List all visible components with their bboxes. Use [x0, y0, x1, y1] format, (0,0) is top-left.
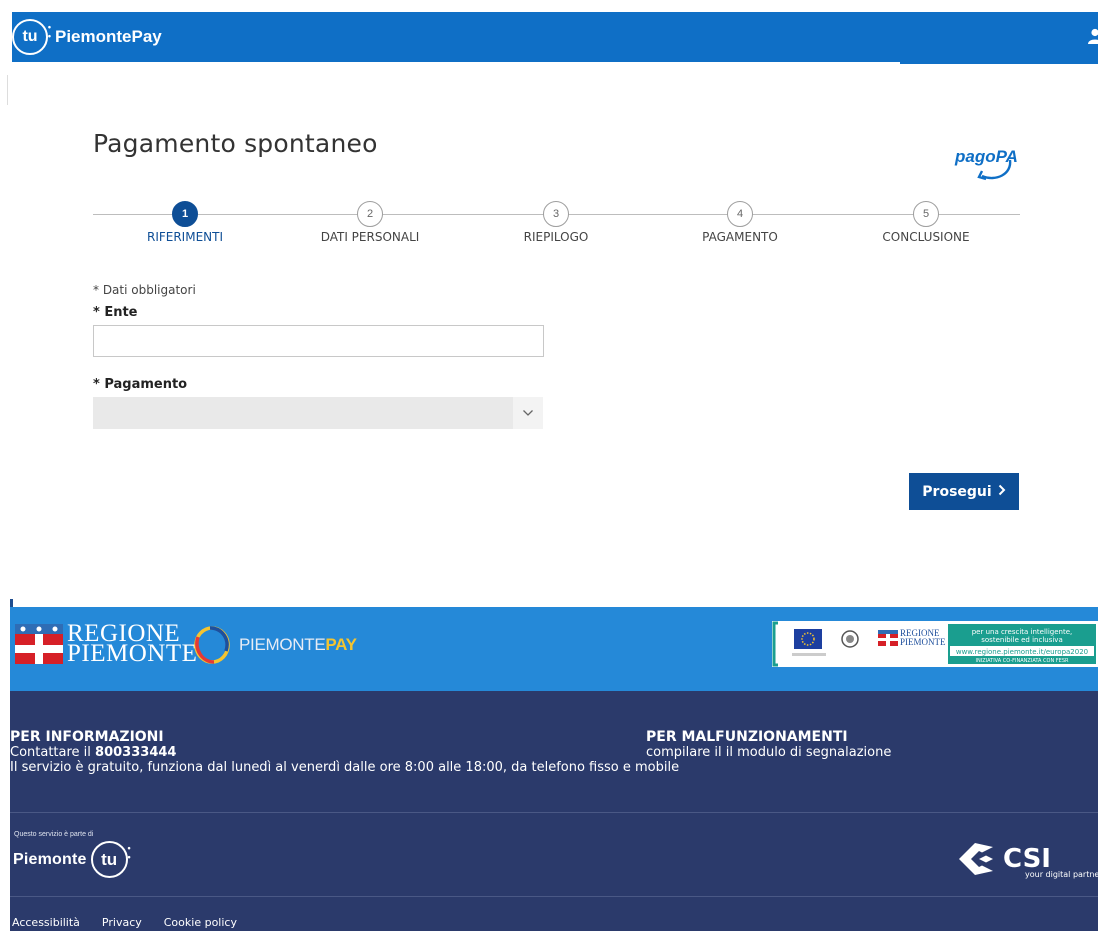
csi-logo[interactable]: CSI your digital partner — [953, 837, 1098, 879]
step-riferimenti: 1 RIFERIMENTI — [105, 201, 265, 244]
eu-slogan-line-1: per una crescita intelligente, — [972, 628, 1073, 636]
step-conclusione: 5 CONCLUSIONE — [846, 201, 1006, 244]
link-privacy[interactable]: Privacy — [102, 916, 142, 929]
page: tu • • PiemontePay Pagamento spontaneo pa… — [0, 0, 1098, 931]
info-contact-prefix: Contattare il — [10, 745, 96, 760]
footer-divider — [10, 812, 1098, 813]
ente-label: * Ente — [93, 305, 138, 320]
dots-icon: • • — [127, 843, 131, 862]
eu-fesr-banner[interactable]: REGIONE PIEMONTE per una crescita intell… — [772, 621, 1098, 667]
info-block: PER INFORMAZIONI Contattare il 800333444… — [10, 729, 679, 775]
pagamento-select[interactable] — [93, 397, 543, 429]
pagopa-logo: pagoPA — [954, 147, 1018, 181]
page-title: Pagamento spontaneo — [93, 129, 378, 158]
service-note: Questo servizio è parte di — [14, 831, 94, 838]
eu-slogan-line-2: sostenibile ed inclusiva — [981, 636, 1062, 644]
ente-input[interactable] — [93, 325, 544, 357]
csi-tagline: your digital partner — [1025, 870, 1098, 879]
brand-name: PiemontePay — [55, 27, 162, 46]
piemontepay-text-part1: PIEMONTE — [239, 635, 326, 654]
info-title: PER INFORMAZIONI — [10, 729, 164, 745]
step-label: CONCLUSIONE — [882, 230, 970, 244]
info-phone[interactable]: 800333444 — [95, 745, 176, 760]
regione-line-2: PIEMONTE — [67, 640, 198, 667]
tu-logo-icon: tu • • — [90, 841, 131, 878]
piemontepay-text-part2: PAY — [325, 635, 357, 654]
tu-logo-icon: tu • • — [12, 19, 51, 55]
dots-icon: • • — [47, 22, 51, 41]
required-fields-note: * Dati obbligatori — [93, 283, 196, 297]
prosegui-label: Prosegui — [922, 483, 992, 500]
step-label: RIFERIMENTI — [146, 230, 224, 244]
step-label: RIEPILOGO — [523, 230, 589, 244]
piemonte-tu-logo[interactable]: Piemonte tu • • — [13, 841, 131, 878]
step-number: 3 — [543, 201, 569, 227]
malfunction-title: PER MALFUNZIONAMENTI — [646, 729, 848, 745]
eu-regione-line-2: PIEMONTE — [900, 637, 946, 647]
piemonte-tu-text: Piemonte — [13, 850, 87, 868]
step-riepilogo: 3 RIEPILOGO — [476, 201, 636, 244]
step-number: 2 — [357, 201, 383, 227]
step-label: PAGAMENTO — [702, 230, 778, 244]
malfunction-block: PER MALFUNZIONAMENTI compilare il il mod… — [646, 729, 891, 760]
chevron-down-icon — [513, 397, 543, 429]
progress-stepper: 1 RIFERIMENTI 2 DATI PERSONALI 3 RIEPILO… — [93, 201, 1020, 251]
left-edge-mark — [7, 75, 8, 105]
info-hours: Il servizio è gratuito, funziona dal lun… — [10, 760, 680, 775]
header-underline — [900, 62, 1098, 64]
regione-piemonte-flag-icon — [15, 624, 63, 664]
step-label: DATI PERSONALI — [320, 230, 420, 244]
link-cookie-policy[interactable]: Cookie policy — [164, 916, 237, 929]
brand-logo[interactable]: tu • • PiemontePay — [12, 19, 162, 55]
footer-logos-band: REGIONE PIEMONTE PIEMONTEPAY REGIONE PIE… — [10, 607, 1098, 691]
step-pagamento: 4 PAGAMENTO — [660, 201, 820, 244]
pagopa-logo-text: pagoPA — [954, 147, 1018, 166]
step-number: 1 — [172, 201, 198, 227]
link-accessibilita[interactable]: Accessibilità — [12, 916, 80, 929]
footer-divider — [10, 896, 1098, 897]
eu-cofinance: INIZIATIVA CO-FINANZIATA CON FESR — [976, 658, 1069, 664]
step-number: 4 — [727, 201, 753, 227]
step-number: 5 — [913, 201, 939, 227]
eu-url: www.regione.piemonte.it/europa2020 — [956, 648, 1088, 656]
malfunction-link[interactable]: compilare il il modulo di segnalazione — [646, 745, 891, 760]
step-dati-personali: 2 DATI PERSONALI — [290, 201, 450, 244]
prosegui-button[interactable]: Prosegui — [909, 473, 1019, 510]
piemontepay-ring-icon — [194, 626, 230, 664]
chevron-right-icon — [998, 484, 1006, 500]
footer-info: PER INFORMAZIONI Contattare il 800333444… — [10, 691, 1098, 931]
top-header: tu • • PiemontePay — [12, 12, 1098, 62]
regione-piemonte-logo[interactable]: REGIONE PIEMONTE — [15, 621, 198, 667]
piemontepay-logo[interactable]: PIEMONTEPAY — [192, 625, 357, 665]
footer-links: Accessibilità Privacy Cookie policy — [12, 916, 237, 929]
pagamento-label: * Pagamento — [93, 377, 188, 392]
user-icon[interactable] — [1088, 28, 1098, 44]
